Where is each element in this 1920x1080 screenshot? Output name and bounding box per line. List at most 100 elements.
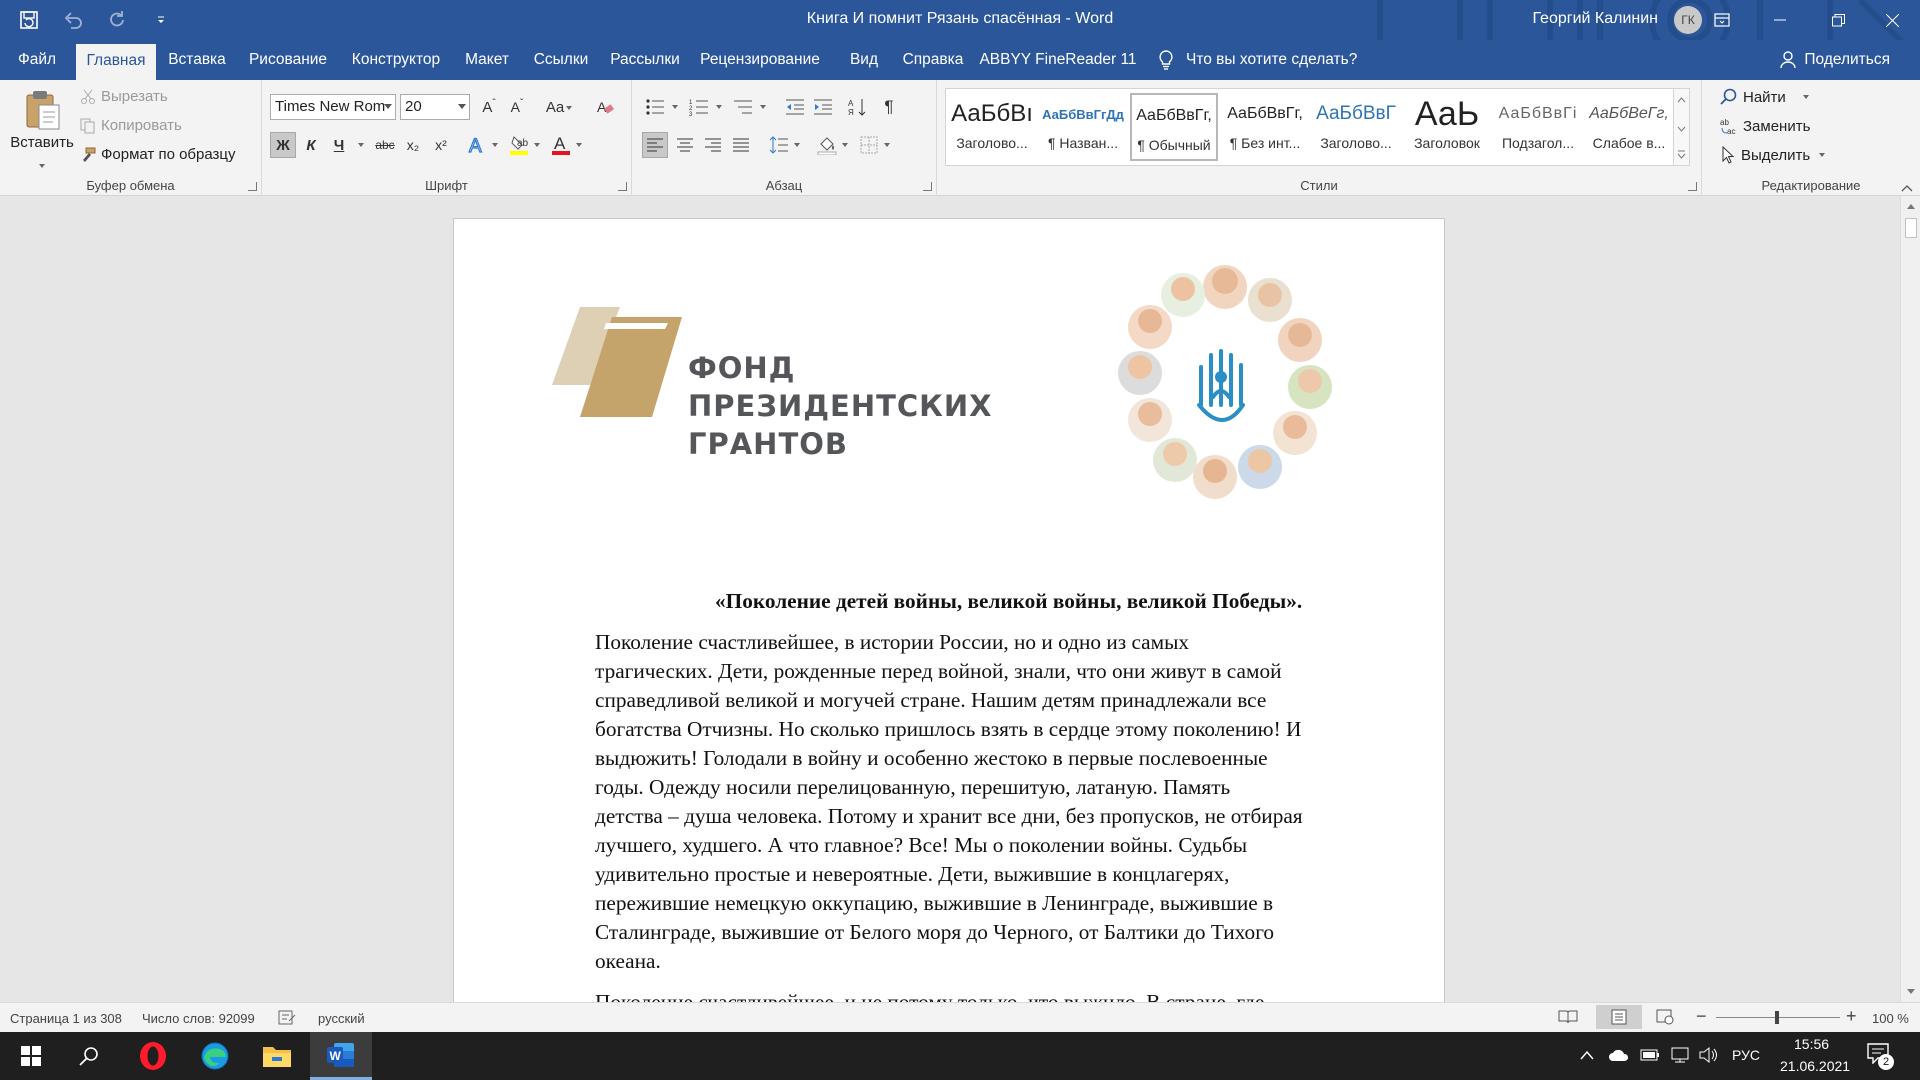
- find-button[interactable]: Найти: [1720, 88, 1809, 106]
- windows-start-icon[interactable]: [0, 1032, 62, 1080]
- style-title[interactable]: АаБбВвГгДд ¶ Назван...: [1039, 93, 1127, 161]
- change-case-icon[interactable]: Aa: [538, 94, 572, 120]
- underline-button[interactable]: Ч: [326, 132, 352, 158]
- align-center-icon[interactable]: [672, 132, 698, 158]
- style-normal[interactable]: АаБбВвГг, ¶ Обычный: [1130, 93, 1218, 161]
- show-formatting-icon[interactable]: ¶: [876, 94, 902, 120]
- tab-draw[interactable]: Рисование: [238, 40, 338, 80]
- underline-dropdown-icon[interactable]: [358, 143, 364, 147]
- numbering-icon[interactable]: 123: [686, 94, 712, 120]
- opera-icon[interactable]: [122, 1032, 184, 1080]
- select-button[interactable]: Выделить: [1720, 146, 1826, 164]
- vertical-scrollbar[interactable]: [1900, 196, 1920, 1002]
- format-painter-button[interactable]: Формат по образцу: [80, 146, 236, 163]
- tab-design[interactable]: Конструктор: [342, 40, 450, 80]
- bullets-dropdown-icon[interactable]: [672, 105, 678, 109]
- zoom-in-icon[interactable]: +: [1846, 1006, 1857, 1027]
- styles-gallery-scroll[interactable]: [1673, 88, 1690, 166]
- increase-indent-icon[interactable]: [810, 94, 836, 120]
- search-icon[interactable]: [58, 1032, 120, 1080]
- shading-dropdown-icon[interactable]: [842, 143, 848, 147]
- highlight-icon[interactable]: ab: [506, 132, 532, 158]
- scroll-down-icon[interactable]: [1906, 988, 1916, 996]
- input-language[interactable]: РУС: [1732, 1047, 1760, 1063]
- clock-time[interactable]: 15:56: [1794, 1036, 1829, 1052]
- scroll-thumb[interactable]: [1905, 218, 1917, 238]
- style-heading1[interactable]: АаБбВı Заголово...: [948, 93, 1036, 161]
- tab-home[interactable]: Главная: [76, 44, 156, 80]
- subscript-button[interactable]: x₂: [400, 132, 426, 158]
- chevron-up-icon[interactable]: [1580, 1050, 1594, 1060]
- notifications-icon[interactable]: 2: [1866, 1042, 1896, 1070]
- language-indicator[interactable]: русский: [318, 1011, 365, 1026]
- font-name-box[interactable]: Times New Rom: [270, 94, 396, 120]
- font-size-box[interactable]: 20: [400, 94, 470, 120]
- decrease-indent-icon[interactable]: [782, 94, 808, 120]
- tell-me-box[interactable]: Что вы хотите сделать?: [1158, 40, 1357, 80]
- style-heading2[interactable]: АаБбВвГ Заголово...: [1312, 93, 1400, 161]
- align-right-icon[interactable]: [700, 132, 726, 158]
- multilevel-list-icon[interactable]: [730, 94, 756, 120]
- battery-icon[interactable]: [1640, 1048, 1660, 1062]
- edge-icon[interactable]: [184, 1032, 246, 1080]
- style-subtitle[interactable]: АаБбВвГі Подзагол...: [1494, 93, 1582, 161]
- file-explorer-icon[interactable]: [246, 1032, 308, 1080]
- tab-layout[interactable]: Макет: [454, 40, 520, 80]
- font-launcher-icon[interactable]: [618, 182, 627, 191]
- italic-button[interactable]: К: [298, 132, 324, 158]
- zoom-level[interactable]: 100 %: [1872, 1011, 1909, 1026]
- highlight-dropdown-icon[interactable]: [534, 143, 540, 147]
- style-heading[interactable]: АаЬ Заголовок: [1403, 93, 1491, 161]
- shrink-font-icon[interactable]: Aˇ: [504, 94, 530, 120]
- multilevel-dropdown-icon[interactable]: [760, 105, 766, 109]
- print-layout-icon[interactable]: [1596, 1005, 1642, 1029]
- paste-dropdown-icon[interactable]: [39, 164, 45, 168]
- text-effects-icon[interactable]: A: [464, 132, 490, 158]
- user-name[interactable]: Георгий Калинин: [1532, 10, 1658, 28]
- tab-insert[interactable]: Вставка: [160, 40, 234, 80]
- clear-formatting-icon[interactable]: A: [592, 94, 618, 120]
- line-spacing-icon[interactable]: [766, 132, 792, 158]
- styles-launcher-icon[interactable]: [1688, 182, 1697, 191]
- tab-mailings[interactable]: Рассылки: [602, 40, 688, 80]
- zoom-slider-thumb[interactable]: [1775, 1011, 1779, 1024]
- page-count[interactable]: Страница 1 из 308: [10, 1011, 122, 1026]
- numbering-dropdown-icon[interactable]: [716, 105, 722, 109]
- tab-references[interactable]: Ссылки: [524, 40, 598, 80]
- copy-button[interactable]: Копировать: [80, 117, 182, 134]
- justify-icon[interactable]: [728, 132, 754, 158]
- font-color-dropdown-icon[interactable]: [576, 143, 582, 147]
- line-spacing-dropdown-icon[interactable]: [794, 143, 800, 147]
- borders-dropdown-icon[interactable]: [884, 143, 890, 147]
- word-taskbar-icon[interactable]: W: [310, 1032, 372, 1080]
- tab-file[interactable]: Файл: [0, 40, 74, 80]
- sort-icon[interactable]: AЯ: [844, 94, 870, 120]
- strikethrough-button[interactable]: abc: [372, 132, 398, 158]
- close-icon[interactable]: [1868, 0, 1916, 40]
- word-count[interactable]: Число слов: 92099: [142, 1011, 255, 1026]
- paragraph-launcher-icon[interactable]: [923, 182, 932, 191]
- zoom-out-icon[interactable]: −: [1696, 1006, 1707, 1027]
- tab-help[interactable]: Справка: [896, 40, 970, 80]
- bullets-icon[interactable]: [642, 94, 668, 120]
- grow-font-icon[interactable]: Aˆ: [476, 94, 502, 120]
- font-color-icon[interactable]: A: [548, 132, 574, 158]
- paste-button[interactable]: Вставить: [8, 88, 76, 168]
- bold-button[interactable]: Ж: [270, 132, 296, 158]
- clipboard-launcher-icon[interactable]: [248, 182, 257, 191]
- read-mode-icon[interactable]: [1558, 1009, 1578, 1025]
- volume-icon[interactable]: [1698, 1046, 1718, 1064]
- minimize-icon[interactable]: [1756, 0, 1804, 40]
- align-left-icon[interactable]: [642, 132, 668, 158]
- text-effects-dropdown-icon[interactable]: [492, 143, 498, 147]
- web-layout-icon[interactable]: [1656, 1009, 1674, 1025]
- replace-button[interactable]: ab ac Заменить: [1720, 117, 1810, 136]
- shading-icon[interactable]: [814, 132, 840, 158]
- onedrive-icon[interactable]: [1608, 1048, 1630, 1062]
- style-no-spacing[interactable]: АаБбВвГг, ¶ Без инт...: [1221, 93, 1309, 161]
- network-icon[interactable]: [1670, 1046, 1690, 1064]
- borders-icon[interactable]: [856, 132, 882, 158]
- tab-abbyy[interactable]: ABBYY FineReader 11: [974, 40, 1142, 80]
- superscript-button[interactable]: x²: [428, 132, 454, 158]
- tab-view[interactable]: Вид: [832, 40, 896, 80]
